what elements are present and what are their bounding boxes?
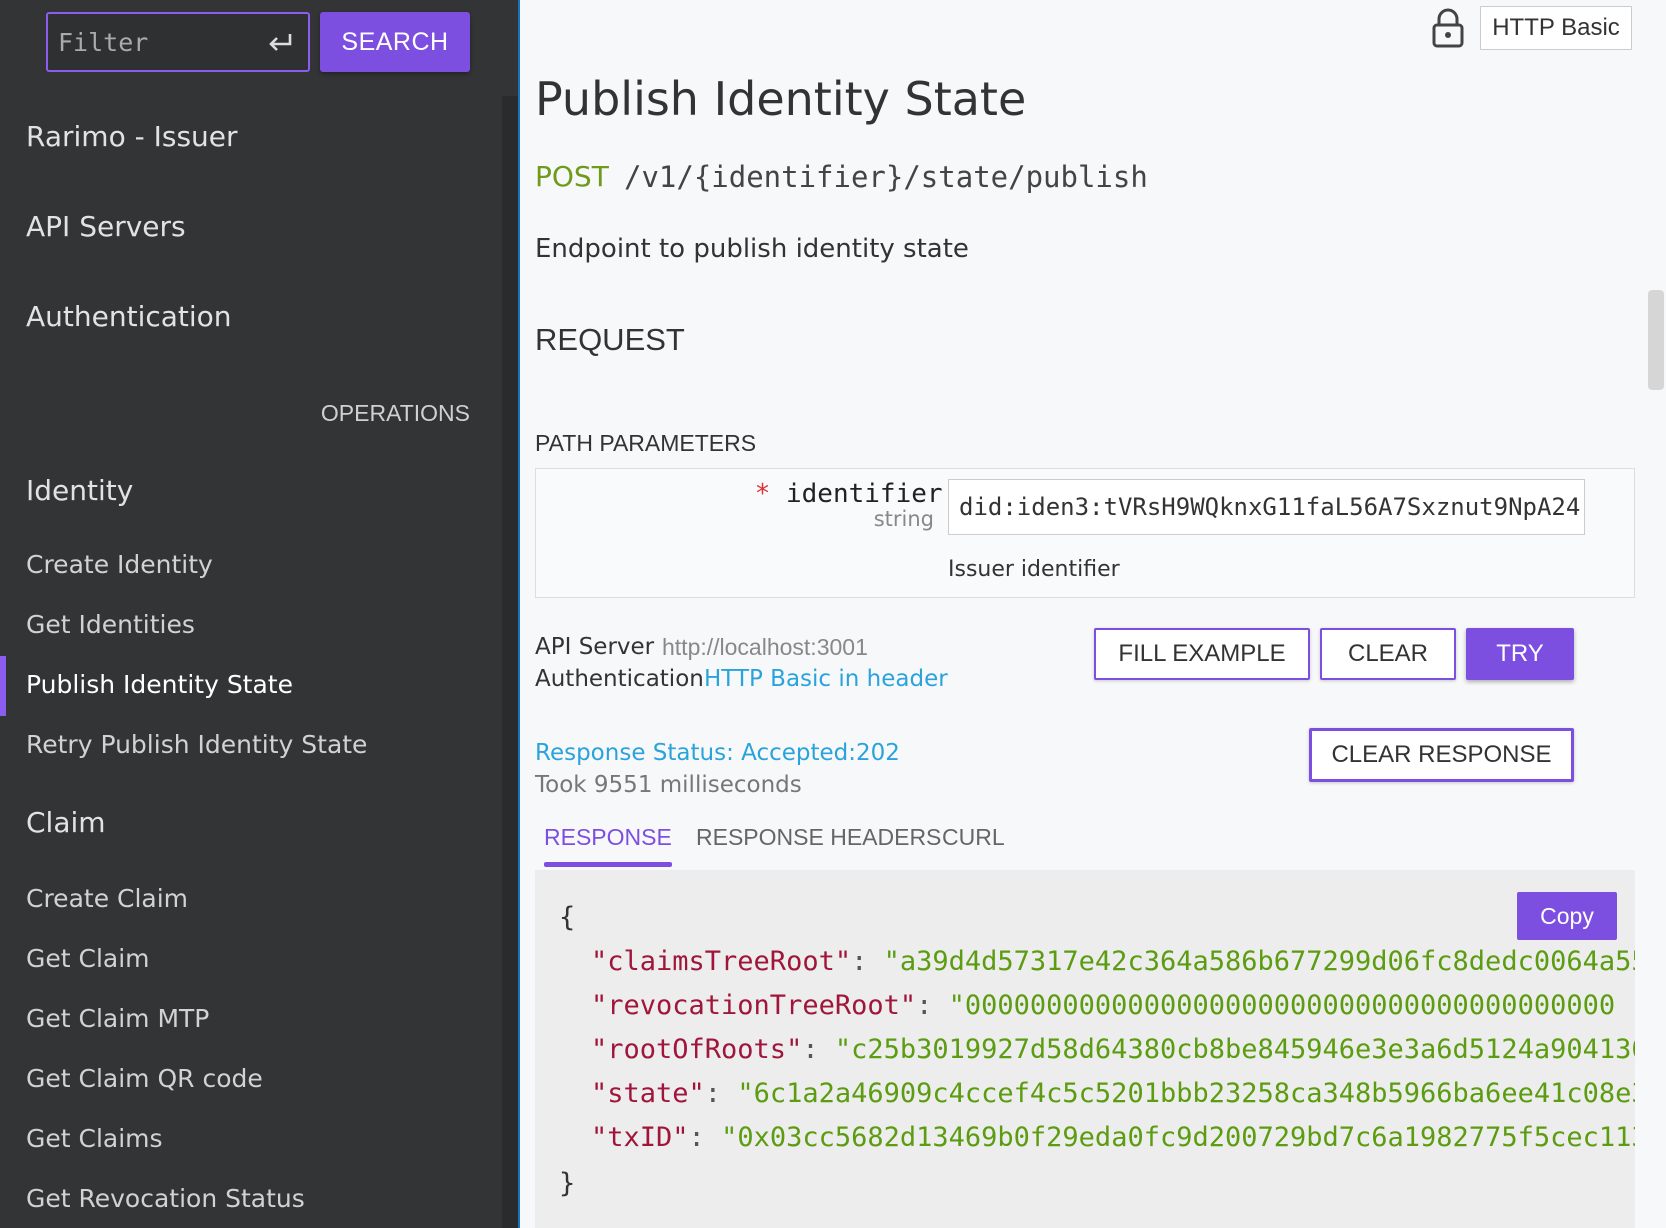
- json-value: "000000000000000000000000000000000000000…: [948, 990, 1616, 1021]
- response-body: Copy { "claimsTreeRoot": "a39d4d57317e42…: [535, 870, 1635, 1228]
- clear-response-button[interactable]: CLEAR RESPONSE: [1309, 728, 1574, 782]
- filter-field[interactable]: [46, 12, 310, 72]
- operations-label: OPERATIONS: [320, 400, 470, 426]
- operation-description: Endpoint to publish identity state: [535, 234, 969, 264]
- sidebar-item-get-claims[interactable]: Get Claims: [26, 1124, 163, 1153]
- json-colon: :: [802, 1034, 835, 1065]
- tab-curl[interactable]: CURL: [942, 824, 1005, 851]
- request-heading: REQUEST: [535, 322, 685, 357]
- http-method: POST: [535, 160, 609, 193]
- sidebar-item-get-identities[interactable]: Get Identities: [26, 610, 195, 639]
- sidebar-item-publish-identity-state[interactable]: Publish Identity State: [26, 670, 293, 699]
- endpoint-path: /v1/{identifier}/state/publish: [624, 160, 1148, 194]
- nav-heading-authentication[interactable]: Authentication: [26, 300, 232, 333]
- response-status: Response Status: Accepted:202: [535, 740, 900, 766]
- active-indicator: [0, 656, 6, 716]
- json-value: "6c1a2a46909c4ccef4c5c5201bbb23258ca348b…: [737, 1078, 1635, 1109]
- clear-button[interactable]: CLEAR: [1320, 628, 1456, 680]
- sidebar-item-get-claim-mtp[interactable]: Get Claim MTP: [26, 1004, 209, 1033]
- json-value: "c25b3019927d58d64380cb8be845946e3e3a6d5…: [834, 1034, 1635, 1065]
- response-duration: Took 9551 milliseconds: [535, 772, 802, 798]
- json-line: "txID": "0x03cc5682d13469b0f29eda0fc9d20…: [591, 1122, 1635, 1153]
- json-colon: :: [916, 990, 949, 1021]
- json-value: "a39d4d57317e42c364a586b677299d06fc8dedc…: [883, 946, 1635, 977]
- json-key: "revocationTreeRoot": [591, 990, 917, 1021]
- json-key: "claimsTreeRoot": [591, 946, 852, 977]
- json-key: "rootOfRoots": [591, 1034, 803, 1065]
- active-tab-indicator: [544, 862, 672, 867]
- filter-input[interactable]: [58, 26, 258, 58]
- nav-group-identity[interactable]: Identity: [26, 474, 133, 507]
- sidebar: SEARCH Rarimo - Issuer API Servers Authe…: [0, 0, 518, 1228]
- json-colon: :: [688, 1122, 722, 1153]
- sidebar-item-get-claim[interactable]: Get Claim: [26, 944, 150, 973]
- page-title: Publish Identity State: [535, 72, 1027, 126]
- json-value: "0x03cc5682d13469b0f29eda0fc9d200729bd7c…: [721, 1122, 1635, 1153]
- param-type: string: [873, 507, 934, 531]
- authentication-link[interactable]: HTTP Basic in header: [704, 666, 948, 692]
- param-hint: Issuer identifier: [948, 557, 1120, 582]
- json-line: "rootOfRoots": "c25b3019927d58d64380cb8b…: [591, 1034, 1635, 1065]
- identifier-input[interactable]: did:iden3:tVRsH9WQknxG11faL56A7Sxznut9Np…: [948, 479, 1585, 535]
- param-name: identifier: [786, 479, 943, 509]
- sidebar-item-create-claim[interactable]: Create Claim: [26, 884, 188, 913]
- path-parameters-heading: PATH PARAMETERS: [535, 430, 757, 456]
- required-marker: *: [756, 479, 769, 509]
- tab-response[interactable]: RESPONSE: [544, 824, 672, 851]
- authentication-label: Authentication: [535, 666, 704, 692]
- tab-response-headers[interactable]: RESPONSE HEADERS: [696, 824, 941, 851]
- fill-example-button[interactable]: FILL EXAMPLE: [1094, 628, 1310, 680]
- sidebar-scrollbar[interactable]: [502, 96, 518, 1228]
- nav-heading-title[interactable]: Rarimo - Issuer: [26, 120, 238, 153]
- copy-button[interactable]: Copy: [1517, 892, 1617, 940]
- json-key: "state": [591, 1078, 705, 1109]
- auth-badge[interactable]: HTTP Basic: [1480, 6, 1632, 50]
- path-parameter-row: * identifier string did:iden3:tVRsH9WQkn…: [535, 468, 1635, 598]
- sidebar-item-retry-publish-identity-state[interactable]: Retry Publish Identity State: [26, 730, 367, 759]
- json-colon: :: [851, 946, 884, 977]
- main-content: HTTP Basic Publish Identity State POST /…: [518, 0, 1666, 1228]
- json-line: "claimsTreeRoot": "a39d4d57317e42c364a58…: [591, 946, 1635, 977]
- lock-icon[interactable]: [1430, 8, 1466, 48]
- json-line: "state": "6c1a2a46909c4ccef4c5c5201bbb23…: [591, 1078, 1635, 1109]
- json-line: "revocationTreeRoot": "00000000000000000…: [591, 990, 1615, 1021]
- nav-heading-api-servers[interactable]: API Servers: [26, 210, 186, 243]
- api-server-label: API Server: [535, 634, 655, 660]
- sidebar-item-get-claim-qr-code[interactable]: Get Claim QR code: [26, 1064, 263, 1093]
- json-colon: :: [704, 1078, 738, 1109]
- sidebar-item-create-identity[interactable]: Create Identity: [26, 550, 213, 579]
- json-open-brace: {: [559, 902, 576, 933]
- api-server-value: http://localhost:3001: [662, 634, 868, 660]
- enter-icon: [269, 34, 292, 51]
- search-button[interactable]: SEARCH: [320, 12, 470, 72]
- nav-group-claim[interactable]: Claim: [26, 806, 106, 839]
- main-scrollbar[interactable]: [1648, 290, 1664, 390]
- json-key: "txID": [591, 1122, 689, 1153]
- json-close-brace: }: [559, 1168, 576, 1199]
- sidebar-item-get-revocation-status[interactable]: Get Revocation Status: [26, 1184, 305, 1213]
- try-button[interactable]: TRY: [1466, 628, 1574, 680]
